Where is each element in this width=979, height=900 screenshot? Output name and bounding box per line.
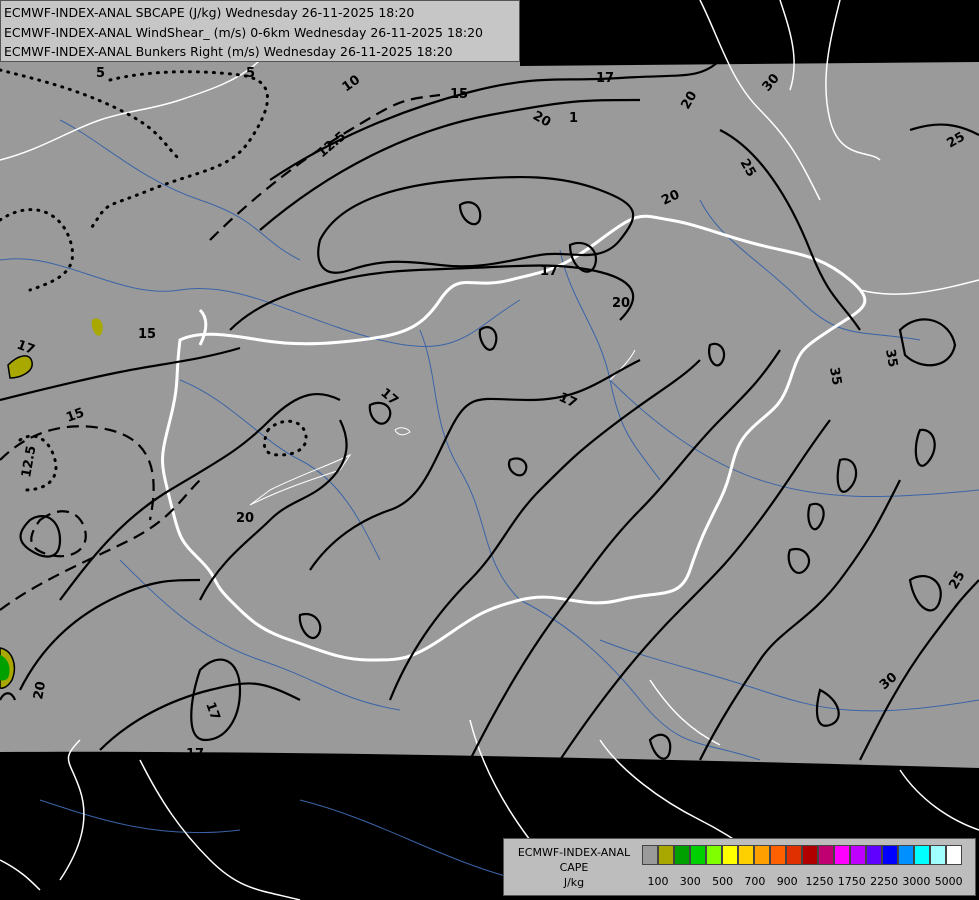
legend-swatch — [786, 845, 802, 865]
legend-title-line-2: CAPE — [559, 861, 589, 874]
legend-ticks: 100 300 500 700 900 1250 1750 2250 3000 5000 — [638, 875, 976, 889]
legend-swatch — [914, 845, 930, 865]
title-line-1: ECMWF-INDEX-ANAL SBCAPE (J/kg) Wednesday… — [4, 5, 415, 20]
legend-title-line-3: J/kg — [563, 876, 585, 889]
legend-swatch — [930, 845, 946, 865]
domain-edge-top — [520, 0, 979, 66]
legend-tick-label: 100 — [647, 875, 669, 888]
legend-title: ECMWF-INDEX-ANAL CAPE J/kg — [507, 845, 641, 890]
legend-swatch — [818, 845, 834, 865]
legend-swatch — [754, 845, 770, 865]
legend-swatch — [690, 845, 706, 865]
legend-swatch — [642, 845, 658, 865]
contour-label: 17 — [596, 71, 614, 86]
legend-swatch — [850, 845, 866, 865]
legend-tick-label: 700 — [744, 875, 766, 888]
legend-tick-label: 1250 — [805, 875, 834, 888]
contour-label: 5 — [246, 66, 255, 81]
legend-swatches — [642, 845, 962, 865]
contour-label: 20 — [236, 511, 254, 526]
legend-tick-label: 300 — [679, 875, 701, 888]
legend-swatch — [802, 845, 818, 865]
title-box: ECMWF-INDEX-ANAL SBCAPE (J/kg) Wednesday… — [0, 0, 520, 62]
map-canvas: 5 5 10 12.5 15 20 1 17 20 25 30 25 15 17… — [0, 0, 979, 900]
legend-swatch — [866, 845, 882, 865]
contour-label: 20 — [31, 680, 49, 700]
legend-tick-label: 2250 — [870, 875, 899, 888]
contour-label: 35 — [826, 366, 844, 386]
contour-label: 1 — [569, 111, 578, 126]
legend-swatch — [834, 845, 850, 865]
legend-swatch — [770, 845, 786, 865]
contour-label: 17 — [540, 264, 558, 279]
legend-tick-label: 5000 — [934, 875, 963, 888]
legend-swatch — [882, 845, 898, 865]
contour-label: 15 — [138, 327, 156, 342]
legend-swatch — [946, 845, 962, 865]
legend-swatch — [738, 845, 754, 865]
legend-tick-label: 3000 — [902, 875, 931, 888]
legend-swatch — [658, 845, 674, 865]
legend-tick-label: 1750 — [837, 875, 866, 888]
title-line-2: ECMWF-INDEX-ANAL WindShear_ (m/s) 0-6km … — [4, 24, 483, 40]
legend-tick-label: 500 — [712, 875, 734, 888]
legend-tick-label: 900 — [776, 875, 798, 888]
contour-label: 20 — [612, 296, 630, 311]
contour-label: 15 — [450, 87, 468, 102]
cape-legend: ECMWF-INDEX-ANAL CAPE J/kg 100 300 500 700 9… — [503, 838, 976, 896]
contour-label: 17 — [186, 747, 204, 762]
contour-label: 5 — [96, 66, 105, 81]
legend-swatch — [898, 845, 914, 865]
legend-swatch — [722, 845, 738, 865]
legend-title-line-1: ECMWF-INDEX-ANAL — [517, 846, 631, 859]
contour-label: 35 — [882, 348, 900, 368]
legend-swatch — [706, 845, 722, 865]
title-line-3: ECMWF-INDEX-ANAL Bunkers Right (m/s) Wed… — [4, 44, 453, 59]
legend-swatch — [674, 845, 690, 865]
